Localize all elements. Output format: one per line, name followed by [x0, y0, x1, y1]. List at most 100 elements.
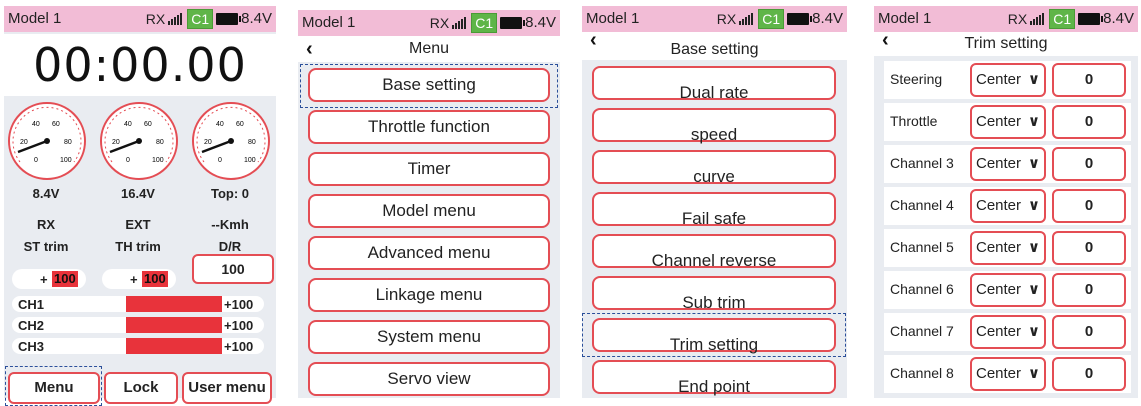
- chevron-down-icon: ∨: [1027, 113, 1040, 130]
- trim-mode-select[interactable]: Center ∨: [970, 189, 1046, 223]
- trim-mode-select[interactable]: Center ∨: [970, 231, 1046, 265]
- base-setting-item[interactable]: curve: [592, 150, 836, 186]
- trim-mode-value: Center: [976, 239, 1022, 256]
- base-setting-item[interactable]: End point: [592, 360, 836, 396]
- dual-rate-value[interactable]: 100: [192, 254, 274, 284]
- ext-label: EXT: [125, 217, 151, 232]
- menu-item[interactable]: System menu: [308, 320, 550, 354]
- menu-item-label: Linkage menu: [375, 285, 483, 304]
- trim-mode-value: Center: [976, 71, 1022, 88]
- nav-header: ‹ Base setting: [582, 29, 847, 60]
- menu-item-label: Servo view: [387, 369, 471, 388]
- channel-row: CH3 +100: [12, 338, 264, 354]
- channel-bar: [126, 296, 222, 312]
- trim-value-field[interactable]: 0: [1052, 63, 1126, 97]
- base-setting-item[interactable]: Dual rate: [592, 66, 836, 102]
- channel-badge: C1: [758, 9, 785, 29]
- rx-voltage-gauge: 0 20 40 60 80 100: [8, 102, 86, 180]
- status-bar: Model 1 RX C1 8.4V: [298, 10, 560, 36]
- base-setting-item[interactable]: Channel reverse: [592, 234, 836, 270]
- gauge-tick: 40: [124, 121, 132, 128]
- trim-value-field[interactable]: 0: [1052, 315, 1126, 349]
- trim-mode-value: Center: [976, 365, 1022, 382]
- menu-button-focus: [5, 366, 102, 406]
- rx-label: RX: [429, 15, 450, 31]
- page-title: Base setting: [670, 41, 759, 58]
- trim-value-field[interactable]: 0: [1052, 357, 1126, 391]
- trim-mode-select[interactable]: Center ∨: [970, 147, 1046, 181]
- gauge-tick: 80: [248, 139, 256, 146]
- base-setting-item[interactable]: Sub trim: [592, 276, 836, 312]
- trim-mode-select[interactable]: Center ∨: [970, 105, 1046, 139]
- menu-item[interactable]: Throttle function: [308, 110, 550, 144]
- gauge-tick: 80: [64, 139, 72, 146]
- timer-display[interactable]: 00:00.00: [4, 34, 276, 96]
- trim-mode-select[interactable]: Center ∨: [970, 315, 1046, 349]
- trim-row-name: Channel 3: [890, 155, 954, 171]
- trim-row: Channel 8 Center ∨ 0: [884, 355, 1131, 393]
- trim-row-name: Throttle: [890, 113, 938, 129]
- home-screen: Model 1 RX C1 8.4V 00:00.00 0 20 40 60 8…: [4, 6, 276, 406]
- th-trim-label: TH trim: [115, 239, 161, 254]
- user-menu-button[interactable]: User menu: [182, 372, 272, 404]
- gauge-tick: 60: [52, 121, 60, 128]
- menu-item[interactable]: Linkage menu: [308, 278, 550, 312]
- trim-row: Throttle Center ∨ 0: [884, 103, 1131, 141]
- base-setting-item[interactable]: speed: [592, 108, 836, 144]
- trim-mode-value: Center: [976, 197, 1022, 214]
- trim-row: Steering Center ∨ 0: [884, 61, 1131, 99]
- menu-item-label: Throttle function: [368, 117, 490, 136]
- status-bar: Model 1 RX C1 8.4V: [874, 6, 1138, 32]
- menu-item[interactable]: Timer: [308, 152, 550, 186]
- trim-value-field[interactable]: 0: [1052, 273, 1126, 307]
- base-setting-item-label: Sub trim: [682, 293, 746, 312]
- trim-row-name: Channel 6: [890, 281, 954, 297]
- signal-icon: [452, 17, 467, 29]
- th-trim-sign: +: [130, 272, 138, 287]
- base-setting-item[interactable]: Fail safe: [592, 192, 836, 228]
- trim-mode-value: Center: [976, 323, 1022, 340]
- battery-icon: [500, 17, 526, 29]
- chevron-down-icon: ∨: [1027, 197, 1040, 214]
- gauge-tick: 100: [152, 157, 164, 164]
- menu-item[interactable]: Base setting: [308, 68, 550, 102]
- gauge-tick: 20: [204, 139, 212, 146]
- base-setting-item-label: speed: [690, 125, 738, 144]
- trim-mode-select[interactable]: Center ∨: [970, 357, 1046, 391]
- chevron-down-icon: ∨: [1027, 323, 1040, 340]
- battery-icon: [216, 13, 242, 25]
- menu-item[interactable]: Model menu: [308, 194, 550, 228]
- trim-value-field[interactable]: 0: [1052, 189, 1126, 223]
- channel-value: +100: [224, 318, 254, 333]
- trim-row-name: Channel 8: [890, 365, 954, 381]
- channel-value: +100: [224, 297, 254, 312]
- gauge-tick: 40: [216, 121, 224, 128]
- menu-item-label: Model menu: [382, 201, 476, 220]
- trim-mode-select[interactable]: Center ∨: [970, 63, 1046, 97]
- st-trim-sign: +: [40, 272, 48, 287]
- chevron-down-icon: ∨: [1027, 281, 1040, 298]
- menu-item[interactable]: Advanced menu: [308, 236, 550, 270]
- gauge-tick: 100: [244, 157, 256, 164]
- model-name: Model 1: [302, 14, 356, 31]
- lock-button[interactable]: Lock: [104, 372, 178, 404]
- trim-mode-select[interactable]: Center ∨: [970, 273, 1046, 307]
- rx-label: RX: [1007, 11, 1028, 27]
- base-setting-item[interactable]: Trim setting: [592, 318, 836, 354]
- trim-value-field[interactable]: 0: [1052, 147, 1126, 181]
- channel-value: +100: [224, 339, 254, 354]
- trim-value-field[interactable]: 0: [1052, 231, 1126, 265]
- menu-item[interactable]: Servo view: [308, 362, 550, 396]
- dr-label: D/R: [218, 239, 242, 254]
- base-setting-item-label: curve: [693, 167, 735, 186]
- trim-row: Channel 6 Center ∨ 0: [884, 271, 1131, 309]
- channel-bar: [126, 338, 222, 354]
- trim-value-field[interactable]: 0: [1052, 105, 1126, 139]
- trim-row: Channel 7 Center ∨ 0: [884, 313, 1131, 351]
- channel-name: CH1: [18, 297, 45, 312]
- gauge-tick: 20: [20, 139, 28, 146]
- battery-voltage: 8.4V: [525, 14, 556, 31]
- chevron-down-icon: ∨: [1027, 365, 1040, 382]
- status-bar: Model 1 RX C1 8.4V: [582, 6, 847, 32]
- battery-voltage: 8.4V: [241, 10, 272, 27]
